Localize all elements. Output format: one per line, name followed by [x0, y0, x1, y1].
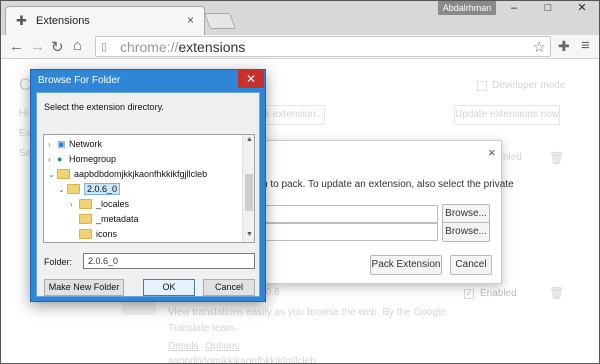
- pack-extension-button[interactable]: Pack Extension: [370, 255, 442, 275]
- extension-puzzle-icon[interactable]: ✚: [558, 38, 570, 55]
- tree-item-homegroup[interactable]: › ● Homegroup: [48, 152, 116, 166]
- address-bar[interactable]: ▯ chrome://extensions ☆: [95, 36, 551, 57]
- scroll-up-icon[interactable]: ▲: [246, 136, 253, 143]
- developer-mode-checkbox[interactable]: [477, 81, 487, 91]
- tab-extensions[interactable]: ✚ Extensions ×: [5, 6, 205, 35]
- browse-for-folder-dialog: Browse For Folder ✕ Select the extension…: [30, 69, 266, 302]
- tab-close-icon[interactable]: ×: [187, 13, 194, 27]
- close-window-button[interactable]: ✕: [565, 1, 599, 17]
- bookmark-star-icon[interactable]: ☆: [533, 38, 546, 56]
- extension-root-field[interactable]: [258, 205, 438, 223]
- home-icon[interactable]: ⌂: [73, 37, 82, 54]
- pack-instructions: n to pack. To update an extension, also …: [262, 179, 514, 190]
- reload-icon[interactable]: ↻: [51, 38, 64, 56]
- trash-icon[interactable]: 🗑: [549, 286, 564, 300]
- enabled-label-2: Enabled: [480, 288, 517, 299]
- folder-icon: [67, 184, 80, 194]
- browse-key-button[interactable]: Browse...: [442, 222, 490, 242]
- pack-extension-dialog: × n to pack. To update an extension, als…: [257, 140, 514, 284]
- tree-scrollbar[interactable]: ▲ ▼: [242, 135, 254, 242]
- folder-icon: [79, 229, 92, 239]
- options-link[interactable]: Options: [205, 341, 239, 352]
- scroll-down-icon[interactable]: ▼: [246, 231, 253, 238]
- close-icon[interactable]: ✕: [238, 70, 264, 88]
- tree-item-version-folder[interactable]: ⌄ 2.0.6_0: [58, 182, 121, 196]
- enabled-label-1: nled: [503, 152, 522, 163]
- browser-window: ✚ Extensions × Abdalrhman – □ ✕ ← → ↻ ⌂ …: [0, 0, 600, 364]
- browse-root-button[interactable]: Browse...: [442, 204, 490, 224]
- extension-description-2: Translate team.: [168, 323, 238, 334]
- toolbar: ← → ↻ ⌂ ▯ chrome://extensions ☆ ✚ ≡: [1, 35, 599, 59]
- address-text: chrome://extensions: [120, 39, 246, 55]
- tree-item-extension-id[interactable]: ⌄ aapbdbdomjkkjkaonfhkkikfgjllcleb: [48, 167, 207, 181]
- folder-label: Folder:: [44, 257, 73, 267]
- tab-strip: ✚ Extensions × Abdalrhman – □ ✕: [1, 1, 599, 35]
- tab-title: Extensions: [36, 15, 90, 27]
- back-icon[interactable]: ←: [9, 38, 24, 55]
- dialog-body: Select the extension directory. › ▣ Networ…: [36, 92, 260, 297]
- user-profile-badge[interactable]: Abdalrhman: [438, 1, 496, 15]
- tree-item-locales[interactable]: › _locales: [70, 197, 129, 211]
- update-extensions-button[interactable]: Update extensions now: [454, 105, 560, 125]
- forward-icon[interactable]: →: [30, 38, 45, 55]
- dialog-title: Browse For Folder: [38, 75, 121, 86]
- page-icon: ▯: [101, 41, 108, 53]
- load-unpacked-button[interactable]: ck extension...: [259, 105, 325, 125]
- minimize-button[interactable]: –: [497, 1, 531, 17]
- folder-input[interactable]: 2.0.6_0: [83, 253, 255, 269]
- folder-tree[interactable]: › ▣ Network › ● Homegroup ⌄ aapbdbdomjkkjkaon…: [43, 134, 255, 243]
- maximize-button[interactable]: □: [531, 1, 565, 17]
- sidebar-item-history[interactable]: Hi: [19, 108, 28, 119]
- close-icon[interactable]: ×: [488, 145, 496, 160]
- tree-item-network[interactable]: › ▣ Network: [48, 137, 102, 151]
- cancel-button[interactable]: Cancel: [450, 255, 492, 275]
- folder-icon: [79, 199, 92, 209]
- homegroup-icon: ●: [57, 154, 63, 164]
- new-tab-button[interactable]: [204, 13, 236, 29]
- enabled-checkbox[interactable]: ✓: [464, 289, 474, 299]
- private-key-field[interactable]: [258, 223, 438, 241]
- details-link[interactable]: Details: [168, 341, 199, 352]
- instruction-text: Select the extension directory.: [44, 102, 164, 112]
- ok-button[interactable]: OK: [143, 279, 195, 296]
- trash-icon[interactable]: 🗑: [549, 151, 564, 165]
- folder-icon: [57, 169, 70, 179]
- scrollbar-thumb[interactable]: [245, 174, 253, 211]
- extension-id: aapbdbdomjkkjkaonfhkkikfgjllcleb: [168, 356, 316, 364]
- tree-item-metadata[interactable]: _metadata: [79, 212, 139, 226]
- extension-description-1: View translations easily as you browse t…: [168, 307, 446, 318]
- cancel-button[interactable]: Cancel: [203, 279, 255, 296]
- developer-mode-label: Developer mode: [492, 80, 566, 91]
- network-icon: ▣: [57, 139, 66, 149]
- folder-icon: [79, 214, 92, 224]
- tree-item-icons[interactable]: icons: [79, 227, 117, 241]
- menu-icon[interactable]: ≡: [581, 37, 590, 54]
- puzzle-icon: ✚: [16, 13, 27, 28]
- make-new-folder-button[interactable]: Make New Folder: [44, 279, 124, 296]
